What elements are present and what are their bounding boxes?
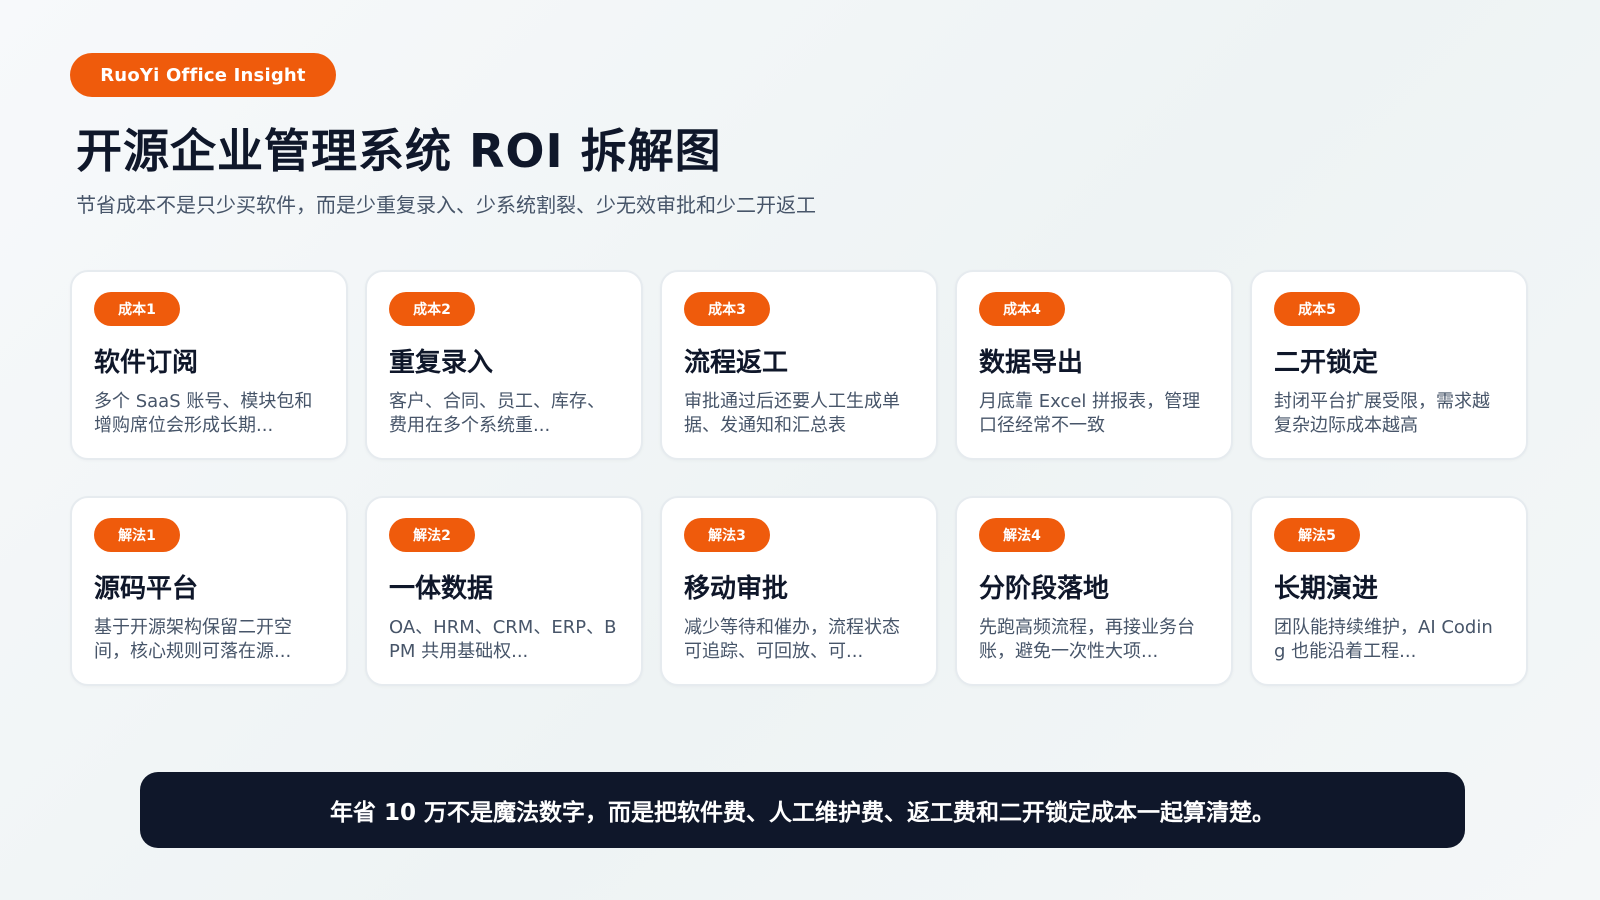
solution-tag: 解法3 <box>684 518 770 552</box>
cost-card-2: 成本2 重复录入 客户、合同、员工、库存、费用在多个系统重... <box>365 270 643 460</box>
solution-card-2: 解法2 一体数据 OA、HRM、CRM、ERP、BPM 共用基础权... <box>365 496 643 686</box>
cost-tag: 成本1 <box>94 292 180 326</box>
solution-description: 团队能持续维护，AI Coding 也能沿着工程... <box>1274 617 1493 662</box>
solution-tag: 解法5 <box>1274 518 1360 552</box>
cost-description: 多个 SaaS 账号、模块包和增购席位会形成长期... <box>94 391 313 436</box>
cost-description: 封闭平台扩展受限，需求越复杂边际成本越高 <box>1274 391 1490 436</box>
solution-title: 一体数据 <box>389 574 494 604</box>
cost-card-1: 成本1 软件订阅 多个 SaaS 账号、模块包和增购席位会形成长期... <box>70 270 348 460</box>
roi-card-grid: 成本1 软件订阅 多个 SaaS 账号、模块包和增购席位会形成长期... 成本2… <box>70 270 1530 686</box>
cost-description: 客户、合同、员工、库存、费用在多个系统重... <box>389 391 605 436</box>
cost-card-4: 成本4 数据导出 月底靠 Excel 拼报表，管理口径经常不一致 <box>955 270 1233 460</box>
page-title: 开源企业管理系统 ROI 拆解图 <box>76 124 722 178</box>
solution-tag: 解法2 <box>389 518 475 552</box>
solution-tag: 解法1 <box>94 518 180 552</box>
solution-card-5: 解法5 长期演进 团队能持续维护，AI Coding 也能沿着工程... <box>1250 496 1528 686</box>
solution-title: 移动审批 <box>684 574 789 604</box>
cost-tag: 成本5 <box>1274 292 1360 326</box>
cost-description: 审批通过后还要人工生成单据、发通知和汇总表 <box>684 391 900 436</box>
solution-card-3: 解法3 移动审批 减少等待和催办，流程状态可追踪、可回放、可... <box>660 496 938 686</box>
cost-title: 软件订阅 <box>94 348 199 378</box>
solution-card-1: 解法1 源码平台 基于开源架构保留二开空间，核心规则可落在源... <box>70 496 348 686</box>
solution-description: 减少等待和催办，流程状态可追踪、可回放、可... <box>684 617 900 662</box>
solution-description: 基于开源架构保留二开空间，核心规则可落在源... <box>94 617 292 662</box>
solution-title: 分阶段落地 <box>979 574 1110 604</box>
page-subtitle: 节省成本不是只少买软件，而是少重复录入、少系统割裂、少无效审批和少二开返工 <box>76 193 816 217</box>
cost-card-5: 成本5 二开锁定 封闭平台扩展受限，需求越复杂边际成本越高 <box>1250 270 1528 460</box>
cost-title: 数据导出 <box>979 348 1084 378</box>
cost-tag: 成本4 <box>979 292 1065 326</box>
cost-description: 月底靠 Excel 拼报表，管理口径经常不一致 <box>979 391 1201 436</box>
cost-title: 重复录入 <box>389 348 494 378</box>
cost-tag: 成本3 <box>684 292 770 326</box>
solution-tag: 解法4 <box>979 518 1065 552</box>
solution-description: OA、HRM、CRM、ERP、BPM 共用基础权... <box>389 617 617 662</box>
summary-banner: 年省 10 万不是魔法数字，而是把软件费、人工维护费、返工费和二开锁定成本一起算… <box>140 772 1465 848</box>
solution-title: 长期演进 <box>1274 574 1379 604</box>
solution-description: 先跑高频流程，再接业务台账，避免一次性大项... <box>979 617 1195 662</box>
cost-tag: 成本2 <box>389 292 475 326</box>
brand-badge: RuoYi Office Insight <box>70 53 336 97</box>
solution-card-4: 解法4 分阶段落地 先跑高频流程，再接业务台账，避免一次性大项... <box>955 496 1233 686</box>
cost-title: 流程返工 <box>684 348 789 378</box>
solution-title: 源码平台 <box>94 574 199 604</box>
cost-card-3: 成本3 流程返工 审批通过后还要人工生成单据、发通知和汇总表 <box>660 270 938 460</box>
cost-title: 二开锁定 <box>1274 348 1379 378</box>
